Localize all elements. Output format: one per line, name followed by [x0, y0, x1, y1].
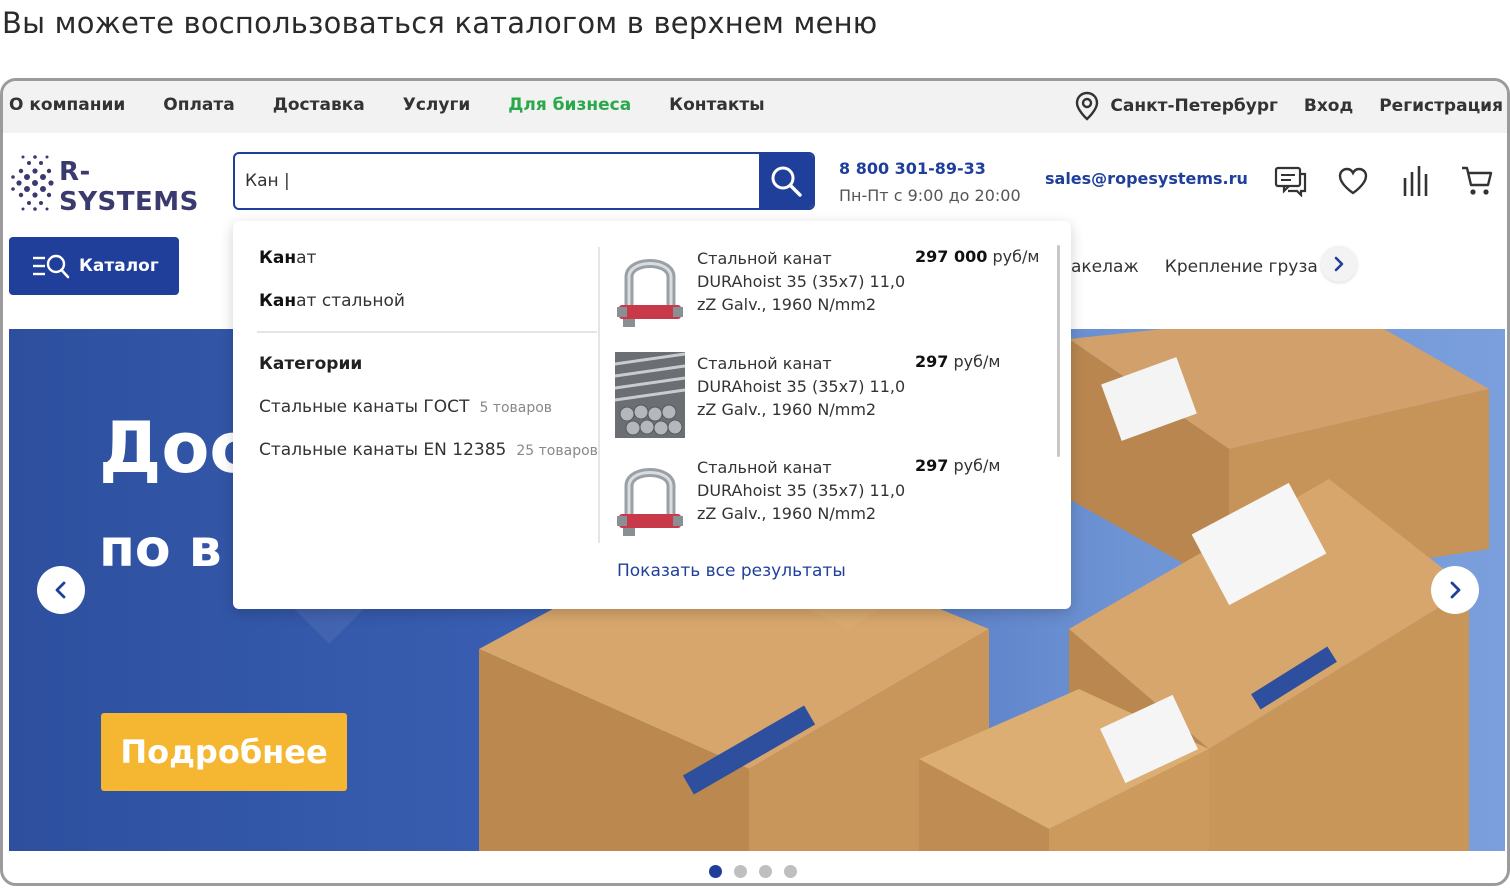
slider-next-button[interactable]: [1431, 566, 1479, 614]
nav-services[interactable]: Услуги: [403, 95, 471, 115]
suggestion-match: Кан: [259, 291, 297, 311]
dropdown-scrollbar[interactable]: [1057, 245, 1060, 457]
show-all-results-link[interactable]: Показать все результаты: [617, 561, 846, 581]
header-icons: [1271, 163, 1507, 199]
search-suggestion[interactable]: Канат стальной: [259, 291, 405, 311]
product-price-value: 297: [915, 352, 949, 371]
suggestion-match: Кан: [259, 248, 297, 268]
slider-dot[interactable]: [759, 865, 772, 878]
compare-icon: [1403, 166, 1428, 196]
register-link[interactable]: Регистрация: [1379, 96, 1503, 116]
category-link-rigging[interactable]: акелаж: [1071, 257, 1139, 277]
nav-payment[interactable]: Оплата: [163, 95, 234, 115]
banner-title-line2: по в: [99, 519, 222, 579]
product-price: 297 руб/м: [915, 352, 1000, 371]
product-name: Стальной канат DURAhoist 35 (35x7) 11,0 …: [697, 354, 906, 419]
category-result-name: Стальные канаты EN 12385: [259, 440, 507, 460]
nav-business[interactable]: Для бизнеса: [508, 95, 631, 115]
slider-dot[interactable]: [709, 865, 722, 878]
heart-icon: [1338, 167, 1368, 195]
slider-dot[interactable]: [734, 865, 747, 878]
suggestion-rest: ат: [296, 248, 317, 268]
site-logo[interactable]: R-SYSTEMS: [9, 147, 219, 219]
chevron-left-icon: [55, 581, 66, 599]
category-link-cargo[interactable]: Крепление груза: [1165, 257, 1318, 277]
catalog-button[interactable]: Каталог: [9, 237, 179, 295]
product-result[interactable]: Стальной канат DURAhoist 35 (35x7) 11,0 …: [615, 456, 1055, 552]
search-icon: [771, 166, 802, 197]
product-price-value: 297: [915, 456, 949, 475]
working-hours: Пн-Пт с 9:00 до 20:00: [839, 186, 1021, 205]
category-scroll-next-button[interactable]: [1321, 246, 1357, 282]
product-price: 297 руб/м: [915, 456, 1000, 475]
product-name: Стальной канат DURAhoist 35 (35x7) 11,0 …: [697, 249, 906, 314]
product-result[interactable]: Стальной канат DURAhoist 35 (35x7) 11,0 …: [615, 352, 1055, 448]
slider-dots: [709, 865, 809, 878]
phone-number[interactable]: 8 800 301-89-33: [839, 159, 986, 178]
banner-more-button[interactable]: Подробнее: [101, 713, 347, 791]
chevron-right-icon: [1334, 256, 1344, 272]
cart-button[interactable]: [1457, 163, 1497, 199]
slider-dot[interactable]: [784, 865, 797, 878]
shackle-image: [617, 259, 683, 327]
search-button[interactable]: [759, 154, 813, 208]
category-result-name: Стальные канаты ГОСТ: [259, 397, 470, 417]
search-dropdown: Канат Канат стальной Категории Стальные …: [233, 221, 1071, 609]
dropdown-divider: [257, 331, 597, 333]
browser-frame: О компании Оплата Доставка Услуги Для би…: [0, 78, 1510, 886]
chat-button[interactable]: [1271, 163, 1311, 199]
nav-delivery[interactable]: Доставка: [273, 95, 365, 115]
chat-icon: [1274, 166, 1307, 197]
favorites-button[interactable]: [1333, 163, 1373, 199]
menu-search-icon: [33, 254, 70, 279]
compare-button[interactable]: [1395, 163, 1435, 199]
product-price-value: 297 000: [915, 247, 988, 266]
shackle-image: [617, 468, 683, 536]
search-box: [233, 152, 815, 210]
product-name: Стальной канат DURAhoist 35 (35x7) 11,0 …: [697, 458, 906, 523]
product-price-unit: руб/м: [948, 456, 1001, 475]
category-result[interactable]: Стальные канаты ГОСТ 5 товаров: [259, 397, 552, 417]
login-link[interactable]: Вход: [1304, 96, 1353, 116]
catalog-button-label: Каталог: [79, 256, 159, 276]
search-input[interactable]: [235, 154, 759, 208]
city-selector[interactable]: Санкт-Петербург: [1110, 96, 1277, 116]
top-right: Санкт-Петербург Вход Регистрация: [1074, 91, 1503, 121]
steel-rope-image: [615, 352, 685, 438]
category-result-count: 5 товаров: [479, 400, 553, 416]
category-result-count: 25 товаров: [516, 443, 598, 459]
product-price-unit: руб/м: [948, 352, 1001, 371]
nav-about[interactable]: О компании: [9, 95, 125, 115]
top-bar: О компании Оплата Доставка Услуги Для би…: [3, 81, 1507, 133]
category-result[interactable]: Стальные канаты EN 12385 25 товаров: [259, 440, 598, 460]
cart-icon: [1462, 166, 1493, 195]
location-pin-icon: [1076, 91, 1099, 121]
product-price: 297 000 руб/м: [915, 247, 1039, 266]
product-result[interactable]: Стальной канат DURAhoist 35 (35x7) 11,0 …: [615, 247, 1055, 343]
product-price-unit: руб/м: [987, 247, 1040, 266]
slider-prev-button[interactable]: [37, 566, 85, 614]
nav-contacts[interactable]: Контакты: [669, 95, 764, 115]
categories-heading: Категории: [259, 354, 363, 374]
email-link[interactable]: sales@ropesystems.ru: [1045, 169, 1248, 188]
logo-text: R-SYSTEMS: [59, 157, 199, 217]
top-nav: О компании Оплата Доставка Услуги Для би…: [9, 95, 803, 115]
page-caption: Вы можете воспользоваться каталогом в ве…: [2, 6, 878, 40]
category-links: акелаж Крепление груза: [1071, 257, 1344, 277]
dropdown-column-divider: [598, 247, 600, 543]
logo-mark-icon: [11, 155, 54, 211]
search-suggestion[interactable]: Канат: [259, 248, 316, 268]
chevron-right-icon: [1450, 581, 1461, 599]
suggestion-rest: ат стальной: [296, 291, 405, 311]
